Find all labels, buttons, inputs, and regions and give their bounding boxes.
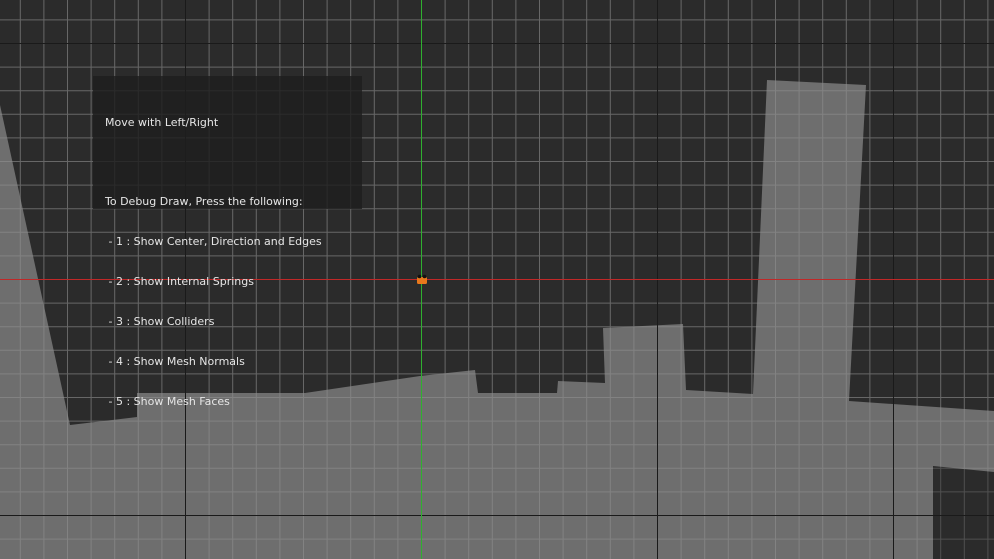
terrain-pit <box>933 466 994 559</box>
help-debug-header: To Debug Draw, Press the following: <box>105 195 303 209</box>
help-title: Move with Left/Right <box>105 115 219 129</box>
help-item-1: - 1 : Show Center, Direction and Edges <box>105 235 322 249</box>
help-item-3: - 3 : Show Colliders <box>105 315 215 329</box>
player-eye-right <box>422 274 427 279</box>
player-body <box>417 277 427 284</box>
help-item-4: - 4 : Show Mesh Normals <box>105 354 245 368</box>
game-viewport[interactable]: Move with Left/Right To Debug Draw, Pres… <box>0 0 994 559</box>
help-item-2: - 2 : Show Internal Springs <box>105 275 254 289</box>
help-item-5: - 5 : Show Mesh Faces <box>105 394 230 408</box>
help-spacer <box>105 155 350 168</box>
player-eye-left <box>417 274 422 279</box>
debug-help-panel: Move with Left/Right To Debug Draw, Pres… <box>93 76 362 408</box>
